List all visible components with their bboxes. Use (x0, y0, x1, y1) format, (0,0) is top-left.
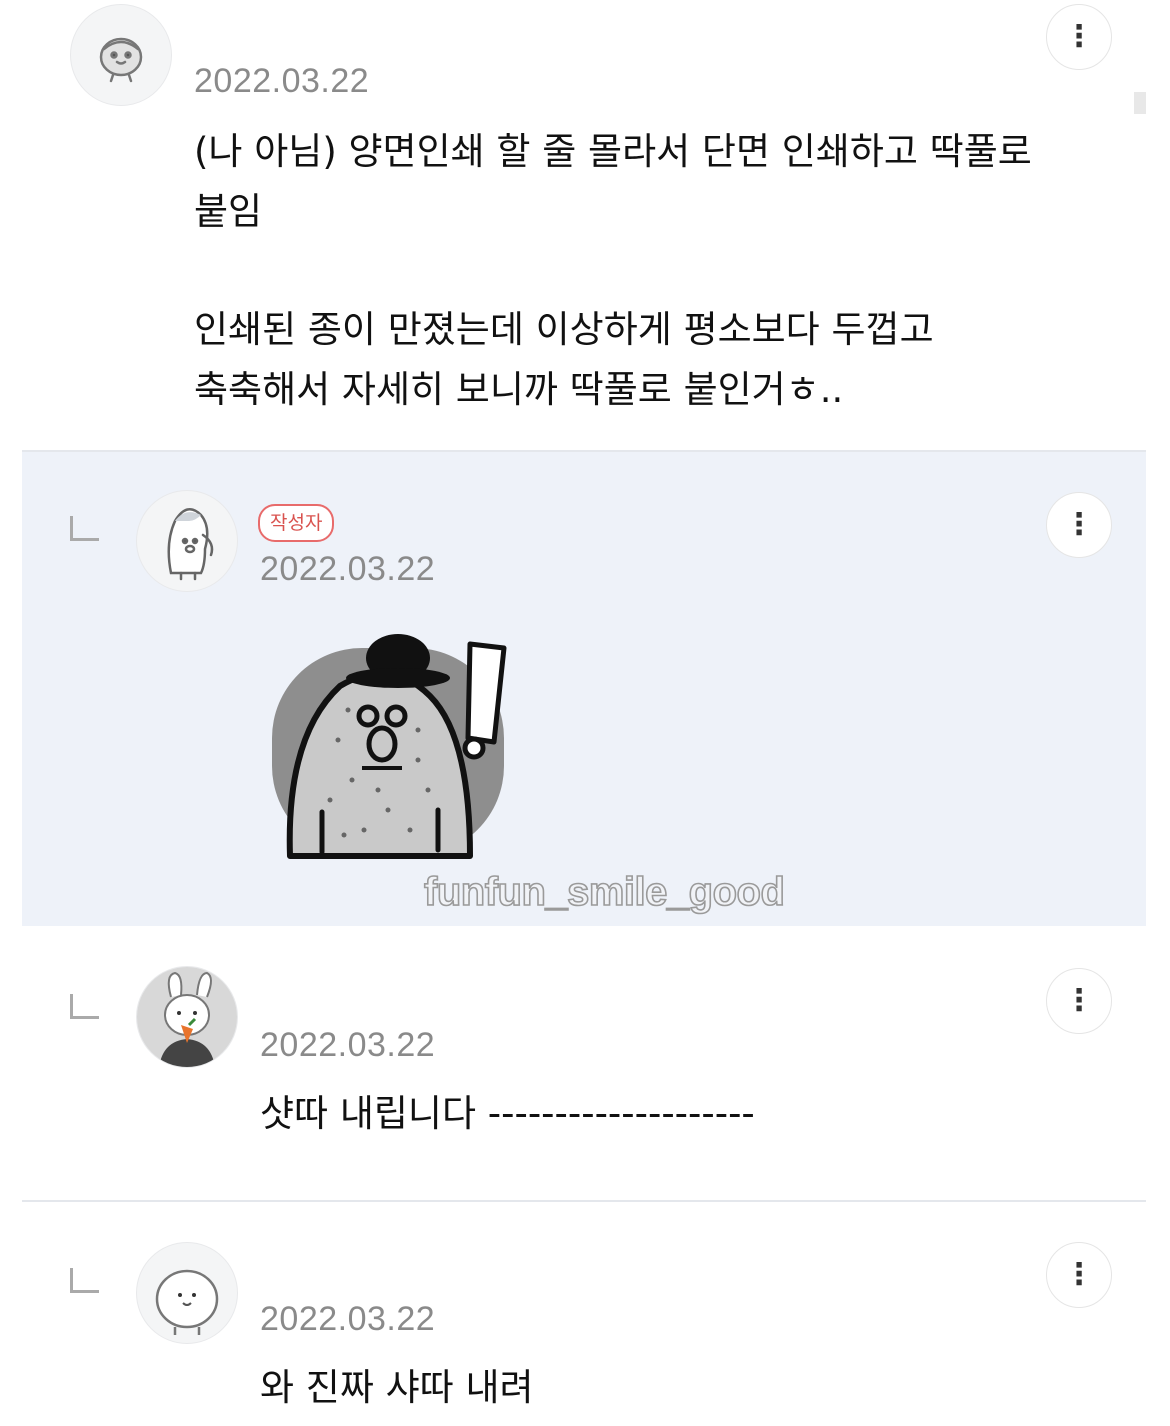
rabbit-avatar-icon[interactable] (136, 966, 238, 1068)
comment-line: 샷따 내립니다 -------------------- (260, 1092, 755, 1135)
comment-date: 2022.03.22 (260, 550, 436, 588)
watermark: funfun_smile_good (423, 869, 785, 915)
round-face-avatar-icon[interactable] (136, 1242, 238, 1344)
more-options-button[interactable]: ⋮ (1046, 4, 1112, 70)
reply-arrow-icon (70, 1268, 99, 1293)
comment-line: (나 아님) 양면인쇄 할 줄 몰라서 단면 인쇄하고 딱풀로 (194, 130, 1032, 173)
bird-avatar-icon[interactable] (70, 4, 172, 106)
more-options-button[interactable]: ⋮ (1046, 968, 1112, 1034)
scrollbar-thumb[interactable] (1134, 92, 1146, 114)
mole-surprised-sticker[interactable] (268, 630, 508, 860)
reply-arrow-icon (70, 516, 99, 541)
comment-line: 와 진짜 샤따 내려 (260, 1366, 534, 1409)
comment-date: 2022.03.22 (260, 1300, 436, 1338)
reply-arrow-icon (70, 994, 99, 1019)
comment-date: 2022.03.22 (260, 1026, 436, 1064)
comment-1: 2022.03.22 ⋮ (나 아님) 양면인쇄 할 줄 몰라서 단면 인쇄하고… (0, 0, 1170, 450)
more-options-button[interactable]: ⋮ (1046, 492, 1112, 558)
comment-line: 붙임 (194, 190, 263, 233)
comment-line: 축축해서 자세히 보니까 딱풀로 붙인거ㅎ.. (194, 368, 844, 411)
penguin-avatar-icon[interactable] (136, 490, 238, 592)
more-options-button[interactable]: ⋮ (1046, 1242, 1112, 1308)
comment-date: 2022.03.22 (194, 62, 370, 100)
author-badge: 작성자 (258, 504, 335, 542)
comment-line: 인쇄된 종이 만졌는데 이상하게 평소보다 두껍고 (194, 308, 934, 351)
